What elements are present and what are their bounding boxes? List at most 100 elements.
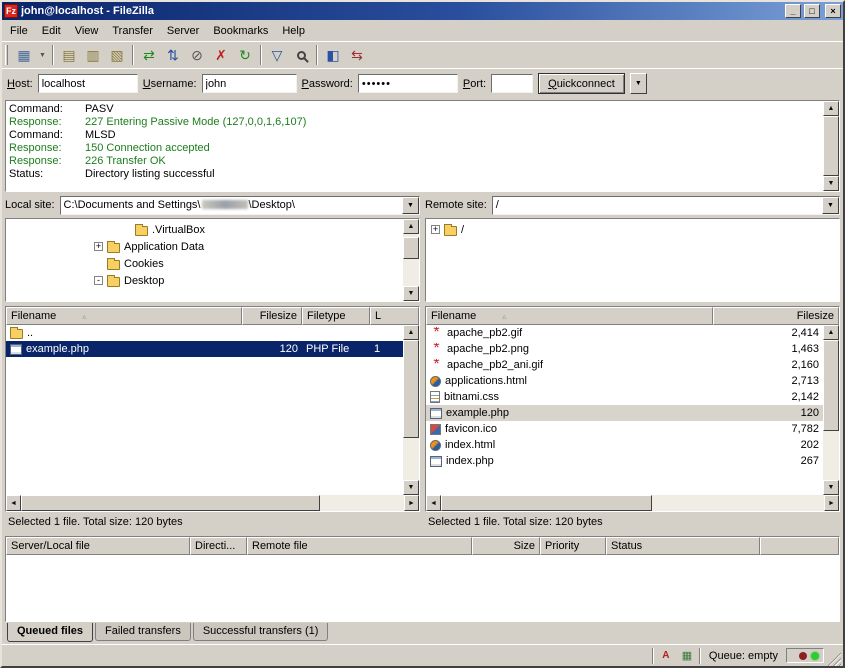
column-header-filetype[interactable]: Filetype	[302, 307, 370, 325]
scroll-left-button[interactable]: ◄	[6, 495, 21, 511]
scroll-left-button[interactable]: ◄	[426, 495, 441, 511]
scrollbar-thumb[interactable]	[403, 237, 419, 259]
log-scrollbar[interactable]: ▲ ▼	[823, 101, 839, 191]
file-row-parent-dir[interactable]: ..	[6, 325, 403, 341]
queue-column-direction[interactable]: Directi...	[190, 537, 247, 555]
toggle-directory-trees-button[interactable]: ▥	[81, 44, 105, 66]
speed-limits-icon[interactable]: ▦	[678, 648, 696, 663]
file-row[interactable]: index.html202	[426, 437, 823, 453]
quickconnect-dropdown-button[interactable]: ▼	[630, 73, 647, 94]
menu-transfer[interactable]: Transfer	[105, 22, 160, 40]
file-row[interactable]: favicon.ico7,782	[426, 421, 823, 437]
remote-site-dropdown-button[interactable]: ▼	[822, 197, 839, 214]
disconnect-button[interactable]: ✗	[209, 44, 233, 66]
queue-list-area[interactable]	[6, 555, 839, 621]
column-header-filename[interactable]: Filename▵	[6, 307, 242, 325]
file-row[interactable]: *apache_pb2_ani.gif2,160	[426, 357, 823, 373]
menu-file[interactable]: File	[3, 22, 35, 40]
password-input[interactable]	[358, 74, 458, 93]
toolbar-grip[interactable]	[5, 45, 8, 65]
process-queue-button[interactable]: ⇅	[161, 44, 185, 66]
file-row[interactable]: *apache_pb2.png1,463	[426, 341, 823, 357]
host-input[interactable]	[38, 74, 138, 93]
reconnect-button[interactable]: ↻	[233, 44, 257, 66]
expand-plus-icon[interactable]: +	[94, 242, 103, 251]
local-tree-scrollbar[interactable]: ▲ ▼	[403, 219, 419, 301]
directory-comparison-button[interactable]: ◧	[321, 44, 345, 66]
remote-site-combo[interactable]: / ▼	[492, 196, 840, 215]
scroll-up-button[interactable]: ▲	[403, 325, 419, 340]
username-input[interactable]	[202, 74, 297, 93]
queue-column-server-local-file[interactable]: Server/Local file	[6, 537, 190, 555]
title-bar[interactable]: Fz john@localhost - FileZilla _ □ ×	[2, 2, 843, 20]
queue-column-status[interactable]: Status	[606, 537, 760, 555]
file-row[interactable]: *apache_pb2.gif2,414	[426, 325, 823, 341]
column-header-last-modified[interactable]: L	[370, 307, 419, 325]
scroll-down-button[interactable]: ▼	[403, 286, 419, 301]
local-list-hscrollbar[interactable]: ◄ ►	[6, 495, 419, 511]
tab-successful-transfers[interactable]: Successful transfers (1)	[193, 623, 329, 641]
local-site-combo[interactable]: C:\Documents and Settings\\Desktop\ ▼	[60, 196, 420, 215]
menu-help[interactable]: Help	[275, 22, 312, 40]
scroll-down-button[interactable]: ▼	[403, 480, 419, 495]
local-list-scrollbar[interactable]: ▲ ▼	[403, 325, 419, 495]
menu-bookmarks[interactable]: Bookmarks	[206, 22, 275, 40]
tab-queued-files[interactable]: Queued files	[7, 623, 93, 642]
scrollbar-track[interactable]	[441, 495, 824, 511]
synchronized-browsing-button[interactable]: ⇆	[345, 44, 369, 66]
scrollbar-thumb[interactable]	[441, 495, 652, 511]
scroll-up-button[interactable]: ▲	[823, 101, 839, 116]
scroll-right-button[interactable]: ►	[404, 495, 419, 511]
scrollbar-thumb[interactable]	[823, 340, 839, 431]
scrollbar-thumb[interactable]	[403, 340, 419, 438]
scroll-up-button[interactable]: ▲	[403, 219, 419, 234]
scrollbar-track[interactable]	[21, 495, 404, 511]
tree-item-application-data[interactable]: +Application Data	[6, 238, 403, 255]
column-header-filesize[interactable]: Filesize	[242, 307, 302, 325]
cancel-button[interactable]: ⊘	[185, 44, 209, 66]
local-site-dropdown-button[interactable]: ▼	[402, 197, 419, 214]
toggle-message-log-button[interactable]: ▤	[57, 44, 81, 66]
data-type-indicator-icon[interactable]: A	[657, 648, 675, 663]
scrollbar-track[interactable]	[403, 234, 419, 286]
remote-list-hscrollbar[interactable]: ◄ ►	[426, 495, 839, 511]
find-files-button[interactable]	[289, 44, 313, 66]
remote-list-scrollbar[interactable]: ▲ ▼	[823, 325, 839, 495]
menu-server[interactable]: Server	[160, 22, 206, 40]
collapse-minus-icon[interactable]: -	[94, 276, 103, 285]
file-row[interactable]: applications.html2,713	[426, 373, 823, 389]
close-button[interactable]: ×	[825, 4, 841, 18]
filter-button[interactable]: ▽	[265, 44, 289, 66]
file-row[interactable]: bitnami.css2,142	[426, 389, 823, 405]
scrollbar-track[interactable]	[403, 340, 419, 480]
scrollbar-thumb[interactable]	[21, 495, 320, 511]
queue-column-priority[interactable]: Priority	[540, 537, 606, 555]
scroll-right-button[interactable]: ►	[824, 495, 839, 511]
scroll-down-button[interactable]: ▼	[823, 176, 839, 191]
column-header-filesize[interactable]: Filesize	[713, 307, 839, 325]
queue-column-size[interactable]: Size	[472, 537, 540, 555]
site-manager-dropdown-button[interactable]: ▼	[36, 44, 49, 66]
remote-tree-item-root[interactable]: +/	[426, 221, 839, 238]
site-manager-button[interactable]: ▦	[12, 44, 36, 66]
file-row[interactable]: index.php267	[426, 453, 823, 469]
column-header-filename[interactable]: Filename▵	[426, 307, 713, 325]
toggle-transfer-queue-button[interactable]: ▧	[105, 44, 129, 66]
queue-column-remote-file[interactable]: Remote file	[247, 537, 472, 555]
tree-item-desktop[interactable]: -Desktop	[6, 272, 403, 289]
file-row-example-php[interactable]: example.php120	[426, 405, 823, 421]
resize-grip[interactable]	[827, 652, 841, 666]
port-input[interactable]	[491, 74, 533, 93]
quickconnect-button[interactable]: Quickconnect	[538, 73, 625, 94]
tree-item-virtualbox[interactable]: .VirtualBox	[6, 221, 403, 238]
file-row-example-php[interactable]: example.php 120 PHP File 1	[6, 341, 403, 357]
minimize-button[interactable]: _	[785, 4, 801, 18]
scrollbar-track[interactable]	[823, 340, 839, 480]
scrollbar-track[interactable]	[823, 116, 839, 176]
filezilla-app-icon[interactable]: Fz	[4, 4, 18, 18]
expand-plus-icon[interactable]: +	[431, 225, 440, 234]
refresh-button[interactable]: ⇄	[137, 44, 161, 66]
scrollbar-thumb[interactable]	[823, 116, 839, 176]
restore-button[interactable]: □	[804, 4, 820, 18]
tree-item-cookies[interactable]: Cookies	[6, 255, 403, 272]
